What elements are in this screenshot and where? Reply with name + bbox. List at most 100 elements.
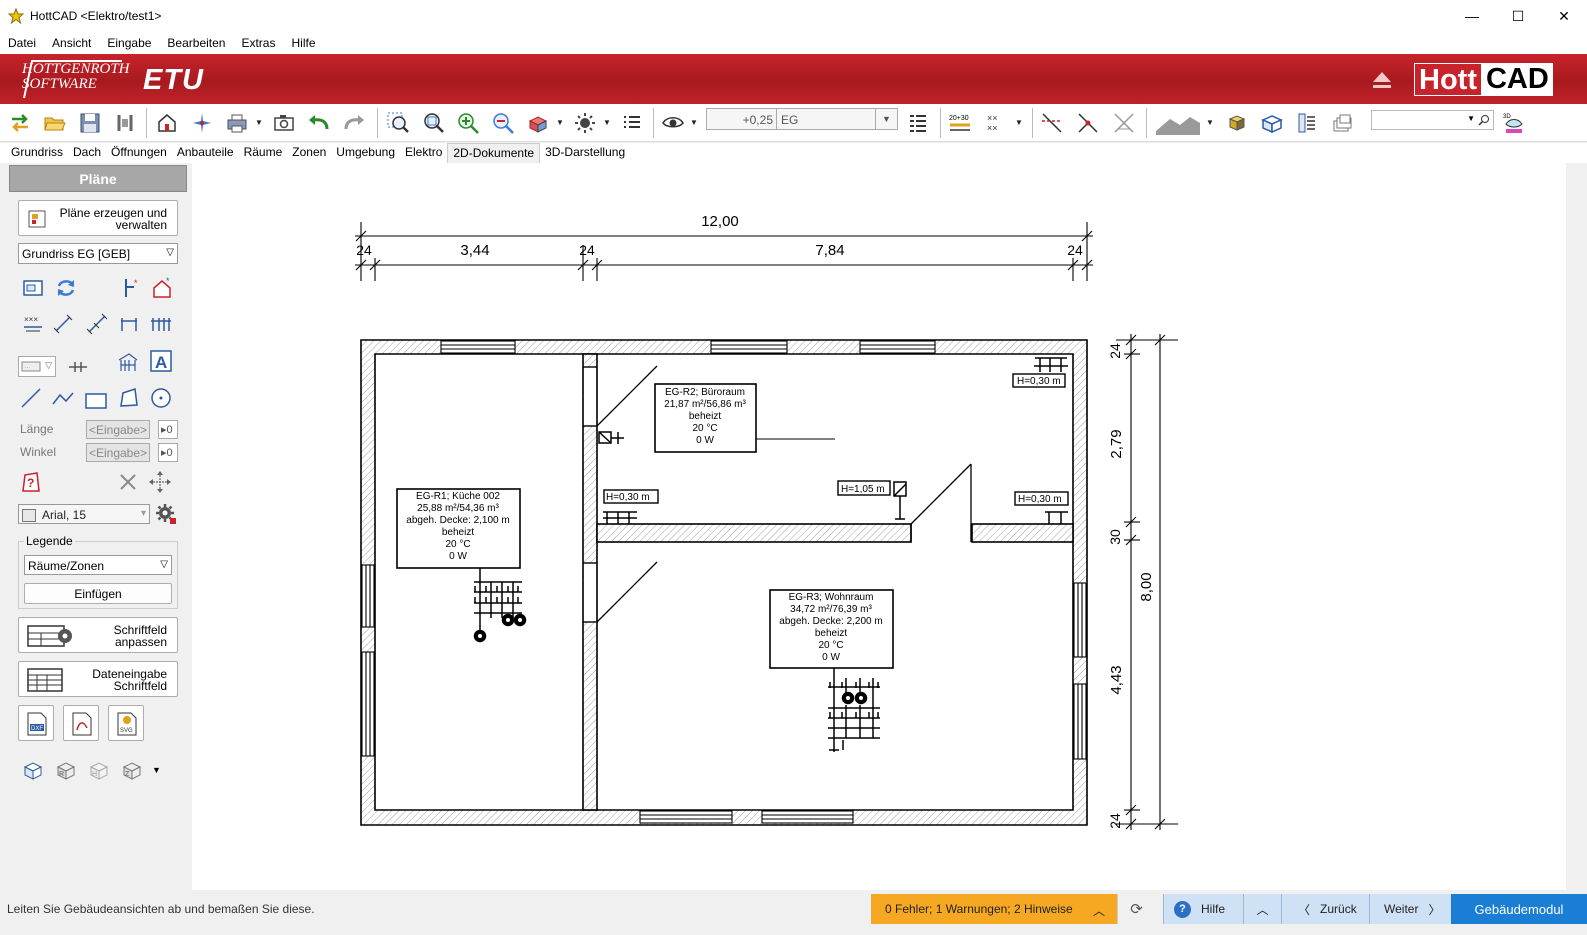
building-icon[interactable]	[155, 111, 179, 135]
tab-dach[interactable]: Dach	[68, 143, 106, 163]
multi-dimension-icon[interactable]	[150, 313, 172, 335]
titleblock-button[interactable]: Schriftfeld anpassen	[18, 617, 178, 653]
terrain-icon[interactable]	[1156, 111, 1200, 135]
search-icon[interactable]	[1478, 114, 1490, 126]
floors-icon[interactable]	[1295, 111, 1319, 135]
house-marker-icon[interactable]: *	[151, 277, 173, 299]
line-icon[interactable]	[20, 387, 42, 409]
light-icon[interactable]	[573, 111, 597, 135]
redo-icon[interactable]	[342, 111, 366, 135]
tab-anbauteile[interactable]: Anbauteile	[172, 143, 239, 163]
chevron-down-icon[interactable]: ▾	[141, 508, 146, 519]
block-h-icon[interactable]: H	[88, 759, 110, 781]
block-view-icon[interactable]	[22, 759, 44, 781]
chevron-down-icon[interactable]: ▽	[166, 247, 174, 258]
help-button[interactable]: ? Hilfe	[1163, 894, 1243, 924]
menu-eingabe[interactable]: Eingabe	[107, 36, 151, 50]
tab-2d-dokumente[interactable]: 2D-Dokumente	[447, 143, 541, 163]
outlets-r3[interactable]	[828, 668, 880, 752]
menu-extras[interactable]: Extras	[241, 36, 275, 50]
delete-icon[interactable]	[117, 471, 139, 493]
refresh-icon[interactable]	[55, 277, 77, 299]
view-3d-icon[interactable]	[526, 111, 550, 135]
back-button[interactable]: 〈 Zurück	[1281, 894, 1369, 924]
tab-elektro[interactable]: Elektro	[400, 143, 447, 163]
angle-spinner[interactable]: ▸0	[158, 443, 178, 462]
staircase-icon[interactable]	[117, 351, 139, 373]
search-dropdown-arrow-icon[interactable]: ▼	[1467, 114, 1475, 123]
settings-gear-icon[interactable]	[155, 503, 177, 525]
sparkle-icon[interactable]	[190, 111, 214, 135]
symbol-dropdown[interactable]: ∙∙∙ ▽	[18, 356, 56, 377]
zoom-out-icon[interactable]	[491, 111, 515, 135]
length-spinner[interactable]: ▸0	[158, 420, 178, 439]
camera-icon[interactable]	[272, 111, 296, 135]
view-dropdown-arrow-icon[interactable]: ▼	[556, 118, 564, 127]
maximize-button[interactable]: ☐	[1495, 0, 1541, 32]
tab-grundriss[interactable]: Grundriss	[6, 143, 68, 163]
level-select[interactable]: EG ▼	[776, 108, 898, 130]
angled-dimension-icon[interactable]	[52, 313, 74, 335]
undo-icon[interactable]	[307, 111, 331, 135]
light-dropdown-arrow-icon[interactable]: ▼	[603, 118, 611, 127]
open-folder-icon[interactable]	[43, 111, 67, 135]
tab-umgebung[interactable]: Umgebung	[331, 143, 400, 163]
insert-button[interactable]: Einfügen	[24, 583, 172, 604]
create-plans-button[interactable]: Pläne erzeugen und verwalten	[18, 200, 178, 236]
cube-yellow-icon[interactable]	[1225, 111, 1249, 135]
menu-datei[interactable]: Datei	[8, 36, 36, 50]
view-frame-icon[interactable]	[22, 277, 44, 299]
plan-select[interactable]: Grundriss EG [GEB] ▽	[18, 243, 178, 264]
vertical-dimension-icon[interactable]: *	[120, 277, 142, 299]
tab-3d-darstellung[interactable]: 3D-Darstellung	[540, 143, 630, 163]
drawing-canvas[interactable]: 12,00 24 3,44 24 7,84 24 24 2,79 30 4,43…	[192, 163, 1566, 890]
menu-ansicht[interactable]: Ansicht	[52, 36, 91, 50]
print-dropdown-arrow-icon[interactable]: ▼	[255, 118, 263, 127]
circle-icon[interactable]	[150, 387, 172, 409]
grid-icon[interactable]: ××××	[985, 111, 1009, 135]
move-icon[interactable]	[149, 471, 171, 493]
3d-eye-icon[interactable]: 3D	[1502, 111, 1526, 135]
tab-raeume[interactable]: Räume	[239, 143, 288, 163]
polyline-icon[interactable]	[52, 387, 74, 409]
eye-icon[interactable]	[661, 111, 685, 135]
search-input[interactable]: ▼	[1371, 110, 1494, 130]
room-label-r3[interactable]: EG-R3; Wohnraum 34,72 m²/76,39 m³ abgeh.…	[769, 589, 894, 669]
length-input[interactable]: <Eingabe>	[86, 420, 150, 439]
print-icon[interactable]	[225, 111, 249, 135]
snap-line-icon[interactable]	[1040, 111, 1064, 135]
room-label-r1[interactable]: EG-R1; Küche 002 25,88 m²/54,36 m³ abgeh…	[396, 488, 521, 569]
block-dropdown-arrow-icon[interactable]: ▼	[152, 765, 161, 775]
vertical-scrollbar[interactable]	[1566, 163, 1587, 890]
zoom-window-icon[interactable]	[386, 111, 410, 135]
building-module-button[interactable]: Gebäudemodul	[1451, 894, 1587, 924]
offset-input[interactable]: +0,25	[706, 108, 778, 130]
collapse-button[interactable]: ︿	[1243, 894, 1281, 924]
export-pdf-button[interactable]	[63, 705, 99, 741]
rectangle-icon[interactable]	[85, 389, 107, 411]
terrain-dropdown-arrow-icon[interactable]: ▼	[1206, 118, 1214, 127]
outlets-r1[interactable]	[473, 568, 527, 643]
chevron-down-icon[interactable]: ▼	[875, 109, 897, 129]
dimension-icon[interactable]: 20+30	[948, 111, 972, 135]
tab-oeffnungen[interactable]: Öffnungen	[106, 143, 172, 163]
block-z-icon[interactable]: Z	[121, 759, 143, 781]
text-icon[interactable]: A	[150, 350, 172, 372]
angled-dimension-chain-icon[interactable]	[86, 313, 108, 335]
tab-zonen[interactable]: Zonen	[287, 143, 331, 163]
floor-plan[interactable]: 12,00 24 3,44 24 7,84 24 24 2,79 30 4,43…	[192, 163, 1566, 890]
import-export-icon[interactable]	[8, 111, 32, 135]
dimension-chain-icon[interactable]: ×××	[22, 313, 44, 335]
save-icon[interactable]	[78, 111, 102, 135]
cube-blue-icon[interactable]	[1260, 111, 1284, 135]
room-label-r2[interactable]: EG-R2; Büroraum 21,87 m²/56,86 m³ beheiz…	[654, 383, 835, 453]
stack-icon[interactable]	[1330, 111, 1354, 135]
font-select[interactable]: Arial, 15 ▾	[18, 504, 150, 524]
polygon-icon[interactable]	[118, 387, 140, 409]
eject-icon[interactable]	[1370, 68, 1394, 92]
close-button[interactable]: ✕	[1541, 0, 1587, 32]
menu-bearbeiten[interactable]: Bearbeiten	[167, 36, 225, 50]
angle-input[interactable]: <Eingabe>	[86, 443, 150, 462]
menu-hilfe[interactable]: Hilfe	[291, 36, 315, 50]
help-object-icon[interactable]: ?	[20, 471, 42, 493]
